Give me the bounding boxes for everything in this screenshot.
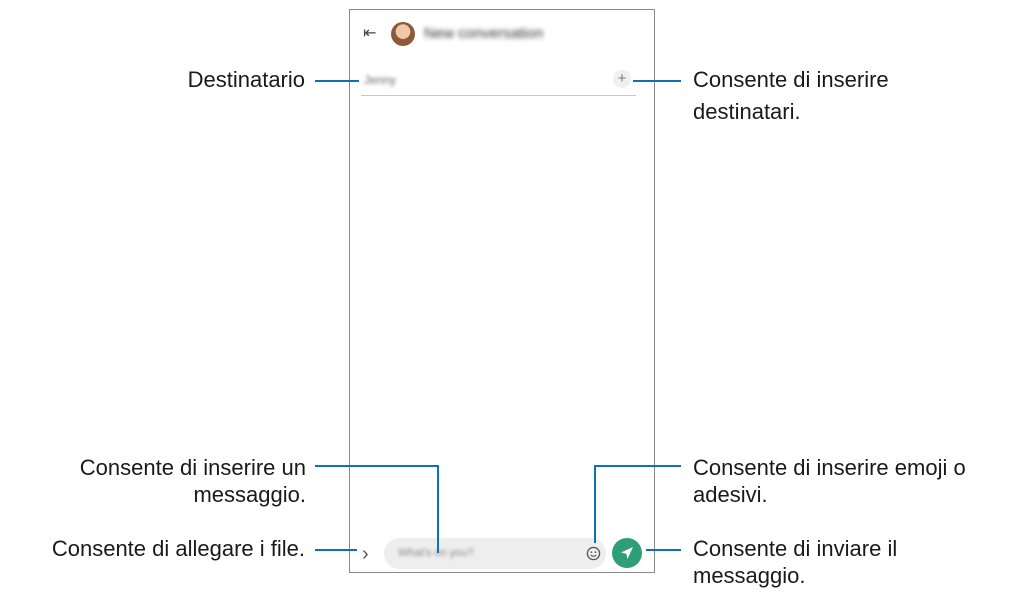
callout-enter-message-1: Consente di inserire un bbox=[79, 455, 306, 480]
callout-add-recipients-1: Consente di inserire bbox=[693, 67, 889, 92]
leader-message-h bbox=[315, 465, 439, 467]
phone-screen bbox=[349, 9, 655, 573]
leader-recipient bbox=[315, 80, 359, 82]
recipient-input[interactable]: Jenny bbox=[364, 73, 396, 87]
callout-send-2: messaggio. bbox=[693, 563, 806, 588]
message-input[interactable]: What's on you? bbox=[384, 538, 606, 569]
leader-message-v bbox=[437, 465, 439, 553]
callout-emoji-2: adesivi. bbox=[693, 482, 768, 507]
leader-emoji-h bbox=[594, 465, 681, 467]
recipient-divider bbox=[361, 95, 636, 96]
leader-emoji-v bbox=[594, 465, 596, 543]
leader-attach bbox=[315, 549, 357, 551]
callout-emoji-1: Consente di inserire emoji o bbox=[693, 455, 966, 480]
leader-send bbox=[646, 549, 681, 551]
emoji-icon[interactable] bbox=[586, 546, 601, 561]
back-icon[interactable]: ⇤ bbox=[363, 24, 379, 44]
callout-enter-message-2: messaggio. bbox=[193, 482, 306, 507]
conversation-title: New conversation bbox=[424, 25, 544, 42]
send-icon bbox=[621, 547, 633, 559]
avatar[interactable] bbox=[391, 22, 415, 46]
callout-send-1: Consente di inviare il bbox=[693, 536, 898, 561]
callout-attach-files: Consente di allegare i file. bbox=[51, 536, 305, 561]
add-recipient-button[interactable]: + bbox=[613, 70, 631, 88]
send-button[interactable] bbox=[612, 538, 642, 568]
attach-icon[interactable]: › bbox=[362, 540, 376, 568]
leader-add-recipients bbox=[633, 80, 681, 82]
callout-recipient: Destinatario bbox=[187, 67, 305, 92]
message-placeholder: What's on you? bbox=[398, 547, 474, 559]
callout-add-recipients-2: destinatari. bbox=[693, 99, 801, 124]
